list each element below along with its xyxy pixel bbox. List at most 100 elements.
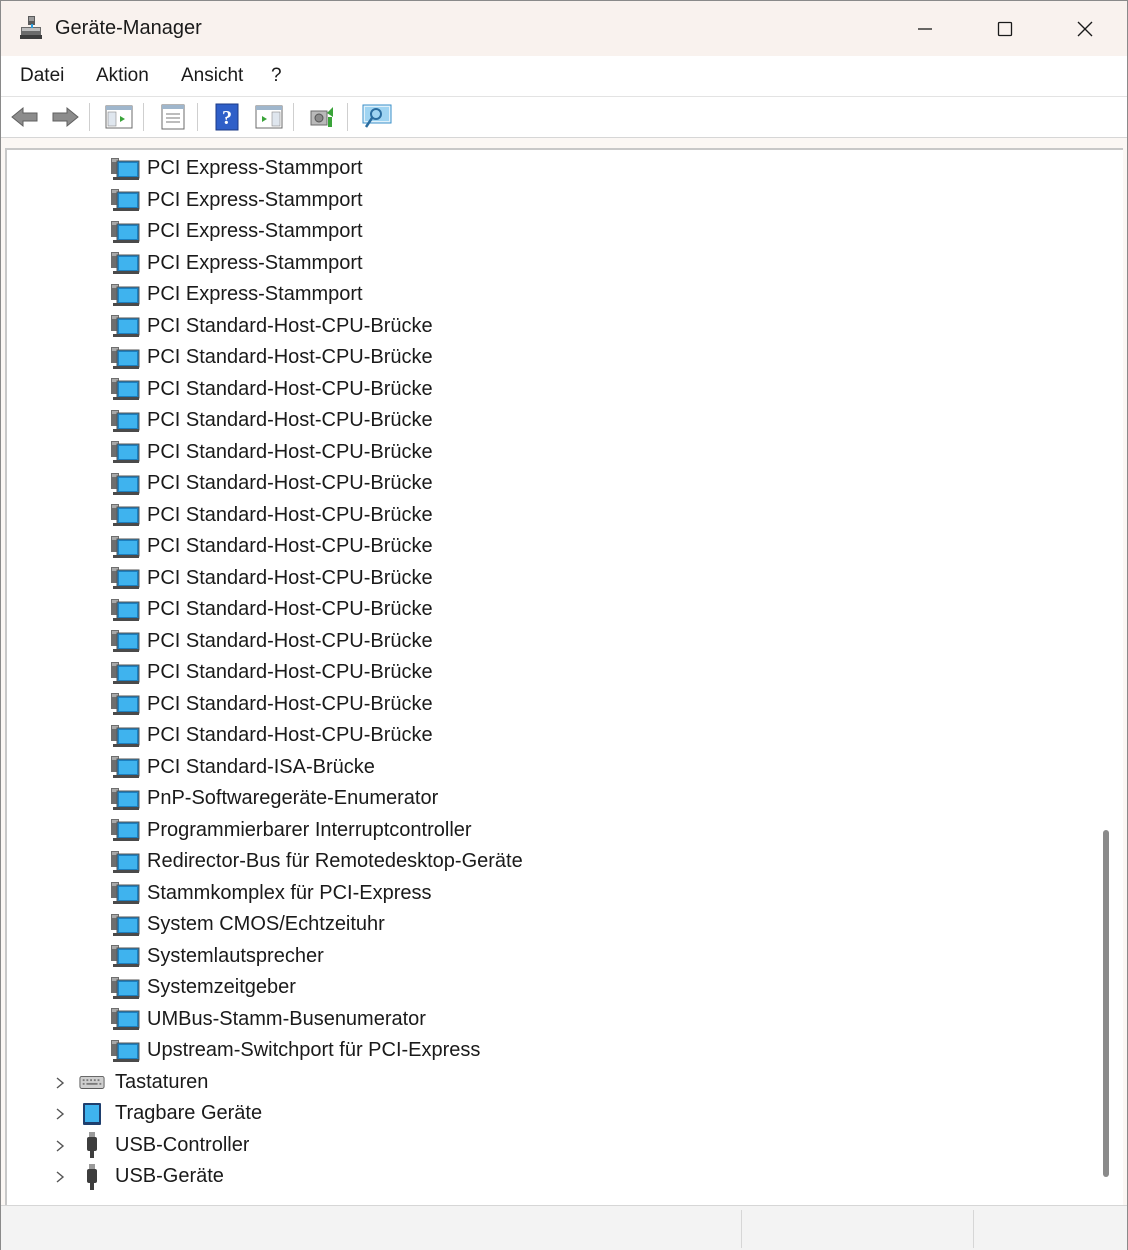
category-label: Tastaturen [115, 1070, 209, 1093]
device-label: PCI Standard-Host-CPU-Brücke [147, 409, 433, 431]
forward-button[interactable] [49, 101, 81, 133]
system-device-icon [111, 1039, 140, 1062]
device-row[interactable]: PCI Standard-Host-CPU-Brücke [111, 594, 433, 625]
device-row[interactable]: System CMOS/Echtzeituhr [111, 909, 385, 940]
device-row[interactable]: Programmierbarer Interruptcontroller [111, 815, 472, 846]
expand-chevron-icon[interactable] [53, 1076, 67, 1090]
device-row[interactable]: PCI Standard-Host-CPU-Brücke [111, 563, 433, 594]
menu-datei[interactable]: Datei [20, 65, 64, 87]
close-button[interactable] [1045, 1, 1125, 56]
device-row[interactable]: PCI Express-Stammport [111, 153, 363, 184]
action-pane-icon [255, 105, 283, 129]
menu-help[interactable]: ? [271, 65, 282, 87]
device-row[interactable]: PCI Standard-Host-CPU-Brücke [111, 500, 433, 531]
system-device-icon [111, 819, 140, 841]
system-device-icon [111, 283, 140, 306]
category-row[interactable]: Tragbare Geräte [79, 1098, 262, 1129]
system-device-icon [111, 472, 140, 495]
device-row[interactable]: PCI Standard-Host-CPU-Brücke [111, 342, 433, 373]
device-row[interactable]: PCI Standard-Host-CPU-Brücke [111, 437, 433, 468]
device-row[interactable]: PCI Standard-ISA-Brücke [111, 752, 375, 783]
device-row[interactable]: UMBus-Stamm-Busenumerator [111, 1004, 426, 1035]
update-driver-icon [310, 107, 333, 127]
device-row[interactable]: Upstream-Switchport für PCI-Express [111, 1035, 480, 1066]
device-row[interactable]: PCI Standard-Host-CPU-Brücke [111, 374, 433, 405]
device-label: Upstream-Switchport für PCI-Express [147, 1039, 481, 1061]
device-label: PCI Standard-Host-CPU-Brücke [147, 346, 433, 368]
system-device-icon [111, 850, 140, 873]
device-label: PCI Express-Stammport [147, 283, 363, 305]
device-row[interactable]: PCI Standard-Host-CPU-Brücke [111, 531, 433, 562]
device-tree[interactable]: PCI Express-Stammport PCI Express-Stammpo… [5, 148, 1097, 1206]
show-hide-console-tree-button[interactable] [103, 101, 135, 133]
system-device-icon [111, 693, 140, 715]
expand-chevron-icon[interactable] [53, 1139, 67, 1153]
device-row[interactable]: Stammkomplex für PCI-Express [111, 878, 432, 909]
device-label: PCI Express-Stammport [147, 220, 363, 242]
scrollbar-thumb[interactable] [1103, 830, 1109, 1177]
system-device-icon [111, 535, 140, 558]
status-pane [973, 1210, 1126, 1248]
category-label: USB-Geräte [115, 1165, 224, 1187]
system-device-icon [111, 409, 140, 432]
help-button[interactable]: ? [211, 101, 243, 133]
device-label: PCI Standard-Host-CPU-Brücke [147, 566, 433, 589]
usb-icon [79, 1132, 105, 1158]
device-label: PCI Express-Stammport [147, 157, 363, 179]
scan-hardware-button[interactable] [361, 101, 393, 133]
system-device-icon [111, 598, 140, 621]
toolbar-separator [89, 103, 90, 131]
maximize-button[interactable] [965, 1, 1045, 56]
minimize-icon [918, 27, 932, 30]
device-row[interactable]: PCI Standard-Host-CPU-Brücke [111, 405, 433, 436]
device-row[interactable]: PCI Standard-Host-CPU-Brücke [111, 626, 433, 657]
status-bar [1, 1205, 1127, 1250]
system-device-icon [111, 157, 140, 180]
device-row[interactable]: Systemzeitgeber [111, 972, 296, 1003]
update-driver-button[interactable] [306, 101, 338, 133]
device-label: PCI Standard-Host-CPU-Brücke [147, 377, 433, 400]
minimize-button[interactable] [885, 1, 965, 56]
device-row[interactable]: PCI Standard-Host-CPU-Brücke [111, 689, 433, 720]
device-label: PCI Express-Stammport [147, 251, 363, 274]
title-bar[interactable]: Geräte-Manager [1, 1, 1127, 56]
device-label: Redirector-Bus für Remotedesktop-Geräte [147, 850, 523, 872]
device-row[interactable]: PCI Express-Stammport [111, 185, 363, 216]
action-pane-button[interactable] [253, 101, 285, 133]
category-row[interactable]: USB-Geräte [79, 1161, 224, 1192]
device-row[interactable]: Redirector-Bus für Remotedesktop-Geräte [111, 846, 523, 877]
device-manager-app-icon [20, 16, 42, 39]
properties-button[interactable] [157, 101, 189, 133]
device-row[interactable]: PnP-Softwaregeräte-Enumerator [111, 783, 438, 814]
device-row[interactable]: PCI Standard-Host-CPU-Brücke [111, 468, 433, 499]
device-row[interactable]: PCI Express-Stammport [111, 248, 363, 279]
back-icon [11, 106, 38, 128]
device-label: PCI Standard-Host-CPU-Brücke [147, 314, 433, 337]
maximize-icon [997, 21, 1013, 36]
device-label: UMBus-Stamm-Busenumerator [147, 1007, 426, 1030]
device-label: PCI Standard-Host-CPU-Brücke [147, 629, 433, 652]
device-row[interactable]: Systemlautsprecher [111, 941, 324, 972]
window-title: Geräte-Manager [55, 17, 202, 39]
device-row[interactable]: PCI Standard-Host-CPU-Brücke [111, 720, 433, 751]
vertical-scrollbar[interactable] [1095, 148, 1123, 1206]
category-row[interactable]: USB-Controller [79, 1130, 249, 1161]
usb-icon [79, 1163, 105, 1190]
expand-chevron-icon[interactable] [53, 1107, 67, 1121]
menu-ansicht[interactable]: Ansicht [181, 65, 243, 87]
menu-aktion[interactable]: Aktion [96, 65, 149, 87]
system-device-icon [111, 630, 140, 652]
system-device-icon [111, 504, 140, 526]
device-label: Programmierbarer Interruptcontroller [147, 818, 472, 841]
show-hide-console-tree-icon [105, 105, 133, 129]
device-row[interactable]: PCI Standard-Host-CPU-Brücke [111, 657, 433, 688]
device-row[interactable]: PCI Standard-Host-CPU-Brücke [111, 311, 433, 342]
expand-chevron-icon[interactable] [53, 1170, 67, 1184]
device-row[interactable]: PCI Express-Stammport [111, 216, 363, 247]
device-manager-window: Geräte-Manager Datei Aktion Ansicht ? ? … [0, 0, 1128, 1250]
category-row[interactable]: Tastaturen [79, 1067, 208, 1098]
status-pane [741, 1210, 974, 1248]
back-button[interactable] [9, 101, 41, 133]
device-row[interactable]: PCI Express-Stammport [111, 279, 363, 310]
system-device-icon [111, 724, 140, 747]
